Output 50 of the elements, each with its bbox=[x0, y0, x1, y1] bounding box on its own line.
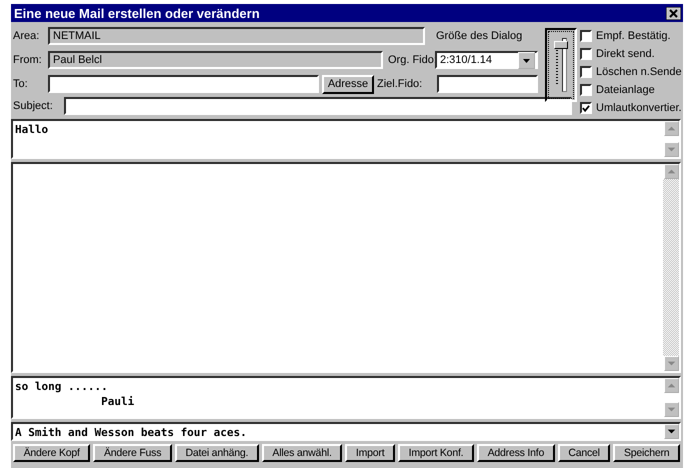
checkbox-label: Umlautkonvertier. bbox=[596, 102, 682, 114]
checkbox[interactable] bbox=[580, 66, 592, 78]
scroll-down-icon[interactable] bbox=[664, 356, 678, 371]
greeting-text-area[interactable]: Hallo bbox=[11, 119, 681, 159]
signature-text-area[interactable]: so long ...... Pauli bbox=[11, 376, 681, 419]
dialog-size-slider[interactable] bbox=[545, 28, 577, 102]
checkbox[interactable] bbox=[580, 84, 592, 96]
tagline-dropdown[interactable]: A Smith and Wesson beats four aces. bbox=[11, 422, 681, 441]
toolbar-button[interactable]: Cancel bbox=[558, 444, 610, 462]
toolbar-button[interactable]: Datei anhäng. bbox=[174, 444, 259, 462]
from-label: From: bbox=[12, 54, 43, 66]
ziel-fido-field[interactable] bbox=[437, 75, 538, 93]
checkbox-label: Dateianlage bbox=[596, 84, 655, 96]
scroll-up-icon[interactable] bbox=[664, 164, 678, 179]
greeting-text: Hallo bbox=[14, 122, 50, 138]
window-title: Eine neue Mail erstellen oder verändern bbox=[14, 6, 260, 20]
to-field[interactable] bbox=[48, 75, 319, 93]
from-field: Paul Belcl bbox=[48, 51, 383, 69]
signature-line: Pauli bbox=[100, 394, 136, 409]
toolbar-button[interactable]: Speichern bbox=[613, 444, 680, 462]
checkbox-label: Empf. Bestätig. bbox=[596, 30, 671, 42]
ziel-fido-label: Ziel.Fido: bbox=[377, 78, 424, 90]
dialog-size-label: Größe des Dialog bbox=[436, 30, 522, 42]
area-label: Area: bbox=[12, 30, 40, 42]
checkbox-label: Direkt send. bbox=[596, 48, 655, 60]
toolbar-button[interactable]: Import bbox=[345, 444, 396, 462]
org-fido-dropdown[interactable]: 2:310/1.14 bbox=[435, 51, 538, 69]
scroll-down-icon[interactable] bbox=[664, 402, 678, 417]
checkbox[interactable] bbox=[580, 30, 592, 42]
area-field: NETMAIL bbox=[48, 27, 425, 45]
checkbox[interactable] bbox=[580, 102, 592, 114]
toolbar-button[interactable]: Address Info bbox=[477, 444, 555, 462]
checkbox-label: Löschen n.Sende bbox=[596, 66, 682, 78]
toolbar-button[interactable]: Ändere Fuss bbox=[93, 444, 172, 462]
toolbar-button[interactable]: Import Konf. bbox=[398, 444, 474, 462]
to-label: To: bbox=[12, 78, 29, 90]
subject-label: Subject: bbox=[12, 100, 54, 112]
subject-field[interactable] bbox=[64, 97, 572, 115]
dropdown-arrow-icon[interactable] bbox=[664, 424, 678, 439]
signature-line: so long ...... bbox=[15, 379, 109, 394]
toolbar-button[interactable]: Ändere Kopf bbox=[13, 444, 90, 462]
dropdown-arrow-icon[interactable] bbox=[518, 52, 535, 68]
address-button[interactable]: Adresse bbox=[322, 74, 374, 94]
scroll-down-icon[interactable] bbox=[664, 142, 678, 157]
slider-thumb[interactable] bbox=[554, 41, 568, 50]
close-icon[interactable] bbox=[666, 6, 681, 20]
checkbox[interactable] bbox=[580, 48, 592, 60]
scroll-up-icon[interactable] bbox=[664, 378, 678, 393]
scroll-up-icon[interactable] bbox=[664, 121, 678, 136]
toolbar-button[interactable]: Alles anwähl. bbox=[262, 444, 342, 462]
